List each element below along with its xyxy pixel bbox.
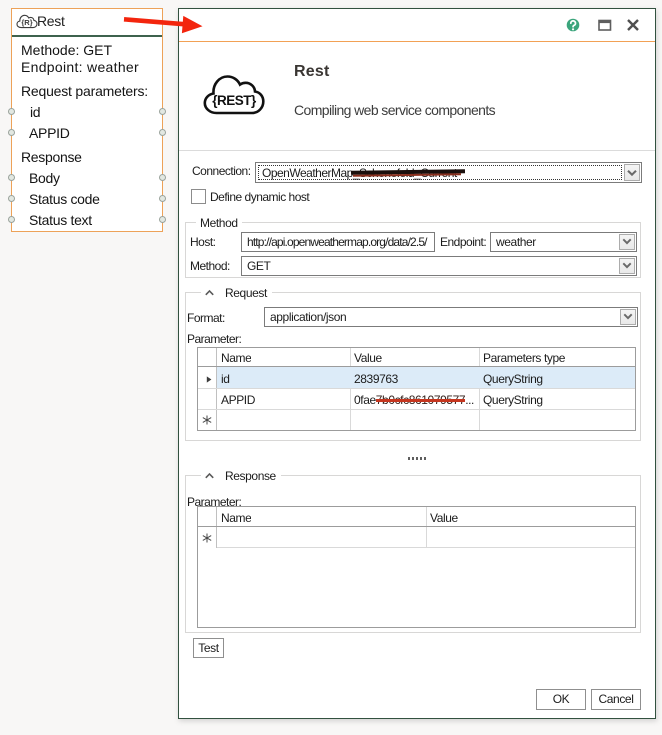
svg-text:{REST}: {REST} [212,93,257,108]
svg-text:{R}: {R} [21,18,32,27]
